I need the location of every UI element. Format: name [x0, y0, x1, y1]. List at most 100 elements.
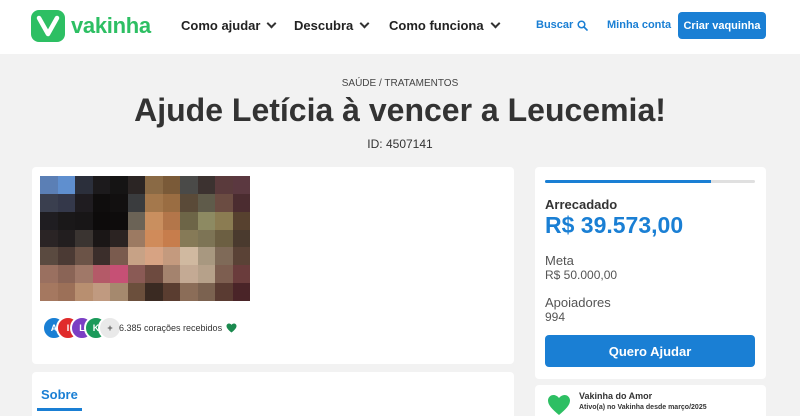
photo-pixel	[110, 247, 128, 266]
search-label: Buscar	[536, 19, 574, 31]
nav-como-ajudar[interactable]: Como ajudar	[181, 18, 277, 33]
campaign-id: ID: 4507141	[367, 137, 433, 151]
photo-pixel	[57, 265, 75, 284]
tab-sobre[interactable]: Sobre	[37, 387, 82, 411]
photo-pixel	[127, 283, 145, 301]
photo-pixel	[75, 229, 93, 248]
photo-pixel	[40, 283, 58, 301]
photo-pixel	[180, 193, 198, 212]
chevron-down-icon	[359, 18, 370, 29]
hearts-count: 6.385 corações recebidos	[119, 323, 223, 333]
photo-pixel	[197, 176, 215, 194]
photo-pixel	[110, 283, 128, 301]
photo-pixel	[92, 176, 110, 194]
photo-pixel	[127, 229, 145, 248]
photo-pixel	[215, 211, 233, 230]
photo-pixel	[145, 283, 163, 301]
photo-pixel	[180, 211, 198, 230]
photo-pixel	[110, 229, 128, 248]
donate-button[interactable]: Quero Ajudar	[545, 335, 755, 367]
nav-label: Descubra	[294, 18, 354, 33]
account-link[interactable]: Minha conta	[607, 19, 671, 31]
photo-pixel	[110, 211, 128, 230]
photo-pixel	[215, 247, 233, 266]
supporters-value: 994	[545, 310, 566, 324]
photo-pixel	[215, 176, 233, 194]
photo-pixel	[197, 211, 215, 230]
progress-fill	[545, 180, 711, 183]
photo-pixel	[215, 193, 233, 212]
photo-pixel	[75, 193, 93, 212]
vakinha-logo[interactable]: vakinha	[31, 10, 151, 42]
photo-pixel	[232, 247, 250, 266]
hearts-received: 6.385 corações recebidos	[119, 323, 237, 333]
organizer-since: Ativo(a) no Vakinha desde março/2025	[579, 404, 707, 411]
raised-label: Arrecadado	[545, 197, 618, 212]
photo-pixel	[232, 229, 250, 248]
photo-pixel	[75, 211, 93, 230]
campaign-tabs: Sobre	[32, 372, 514, 416]
photo-pixel	[57, 247, 75, 266]
photo-pixel	[180, 283, 198, 301]
campaign-category[interactable]: SAÚDE / TRATAMENTOS	[0, 78, 800, 89]
search-link[interactable]: Buscar	[536, 19, 589, 31]
photo-pixel	[145, 211, 163, 230]
photo-pixel	[92, 193, 110, 212]
photo-pixel	[127, 193, 145, 212]
nav-como-funciona[interactable]: Como funciona	[389, 18, 501, 33]
top-header: vakinha Como ajudar Descubra Como funcio…	[0, 0, 800, 54]
photo-pixel	[75, 265, 93, 284]
photo-pixel	[57, 193, 75, 212]
photo-pixel	[40, 265, 58, 284]
photo-pixel	[232, 193, 250, 212]
photo-pixel	[180, 176, 198, 194]
create-campaign-button[interactable]: Criar vaquinha	[678, 12, 766, 39]
photo-pixel	[57, 283, 75, 301]
photo-pixel	[92, 265, 110, 284]
photo-pixel	[215, 265, 233, 284]
photo-pixel	[162, 265, 180, 284]
progress-bar	[545, 180, 755, 183]
photo-pixel	[197, 247, 215, 266]
photo-pixel	[197, 265, 215, 284]
photo-pixel	[215, 283, 233, 301]
photo-pixel	[75, 247, 93, 266]
chevron-down-icon	[267, 18, 277, 29]
photo-pixel	[92, 283, 110, 301]
campaign-photo[interactable]	[40, 176, 250, 301]
photo-pixel	[40, 176, 58, 194]
photo-pixel	[145, 193, 163, 212]
heart-icon	[226, 323, 237, 333]
photo-pixel	[162, 247, 180, 266]
donation-stats-card: Arrecadado R$ 39.573,00 Meta R$ 50.000,0…	[535, 167, 766, 379]
photo-pixel	[215, 229, 233, 248]
photo-pixel	[40, 193, 58, 212]
page-title: Ajude Letícia à vencer a Leucemia!	[134, 92, 666, 128]
goal-label: Meta	[545, 253, 574, 268]
photo-pixel	[40, 247, 58, 266]
photo-pixel	[180, 247, 198, 266]
goal-value: R$ 50.000,00	[545, 268, 618, 282]
photo-pixel	[145, 265, 163, 284]
nav-descubra[interactable]: Descubra	[294, 18, 370, 33]
photo-pixel	[40, 211, 58, 230]
photo-pixel	[127, 211, 145, 230]
photo-pixel	[162, 176, 180, 194]
photo-pixel	[110, 193, 128, 212]
logo-icon	[31, 10, 65, 42]
photo-pixel	[145, 247, 163, 266]
photo-pixel	[127, 265, 145, 284]
photo-pixel	[232, 211, 250, 230]
photo-pixel	[57, 176, 75, 194]
photo-pixel	[127, 176, 145, 194]
photo-pixel	[145, 229, 163, 248]
photo-pixel	[57, 211, 75, 230]
photo-pixel	[180, 229, 198, 248]
photo-pixel	[92, 247, 110, 266]
photo-pixel	[40, 229, 58, 248]
organizer-card[interactable]: Vakinha do Amor Ativo(a) no Vakinha desd…	[535, 385, 766, 416]
photo-pixel	[197, 229, 215, 248]
photo-pixel	[57, 229, 75, 248]
photo-pixel	[110, 176, 128, 194]
photo-pixel	[75, 283, 93, 301]
